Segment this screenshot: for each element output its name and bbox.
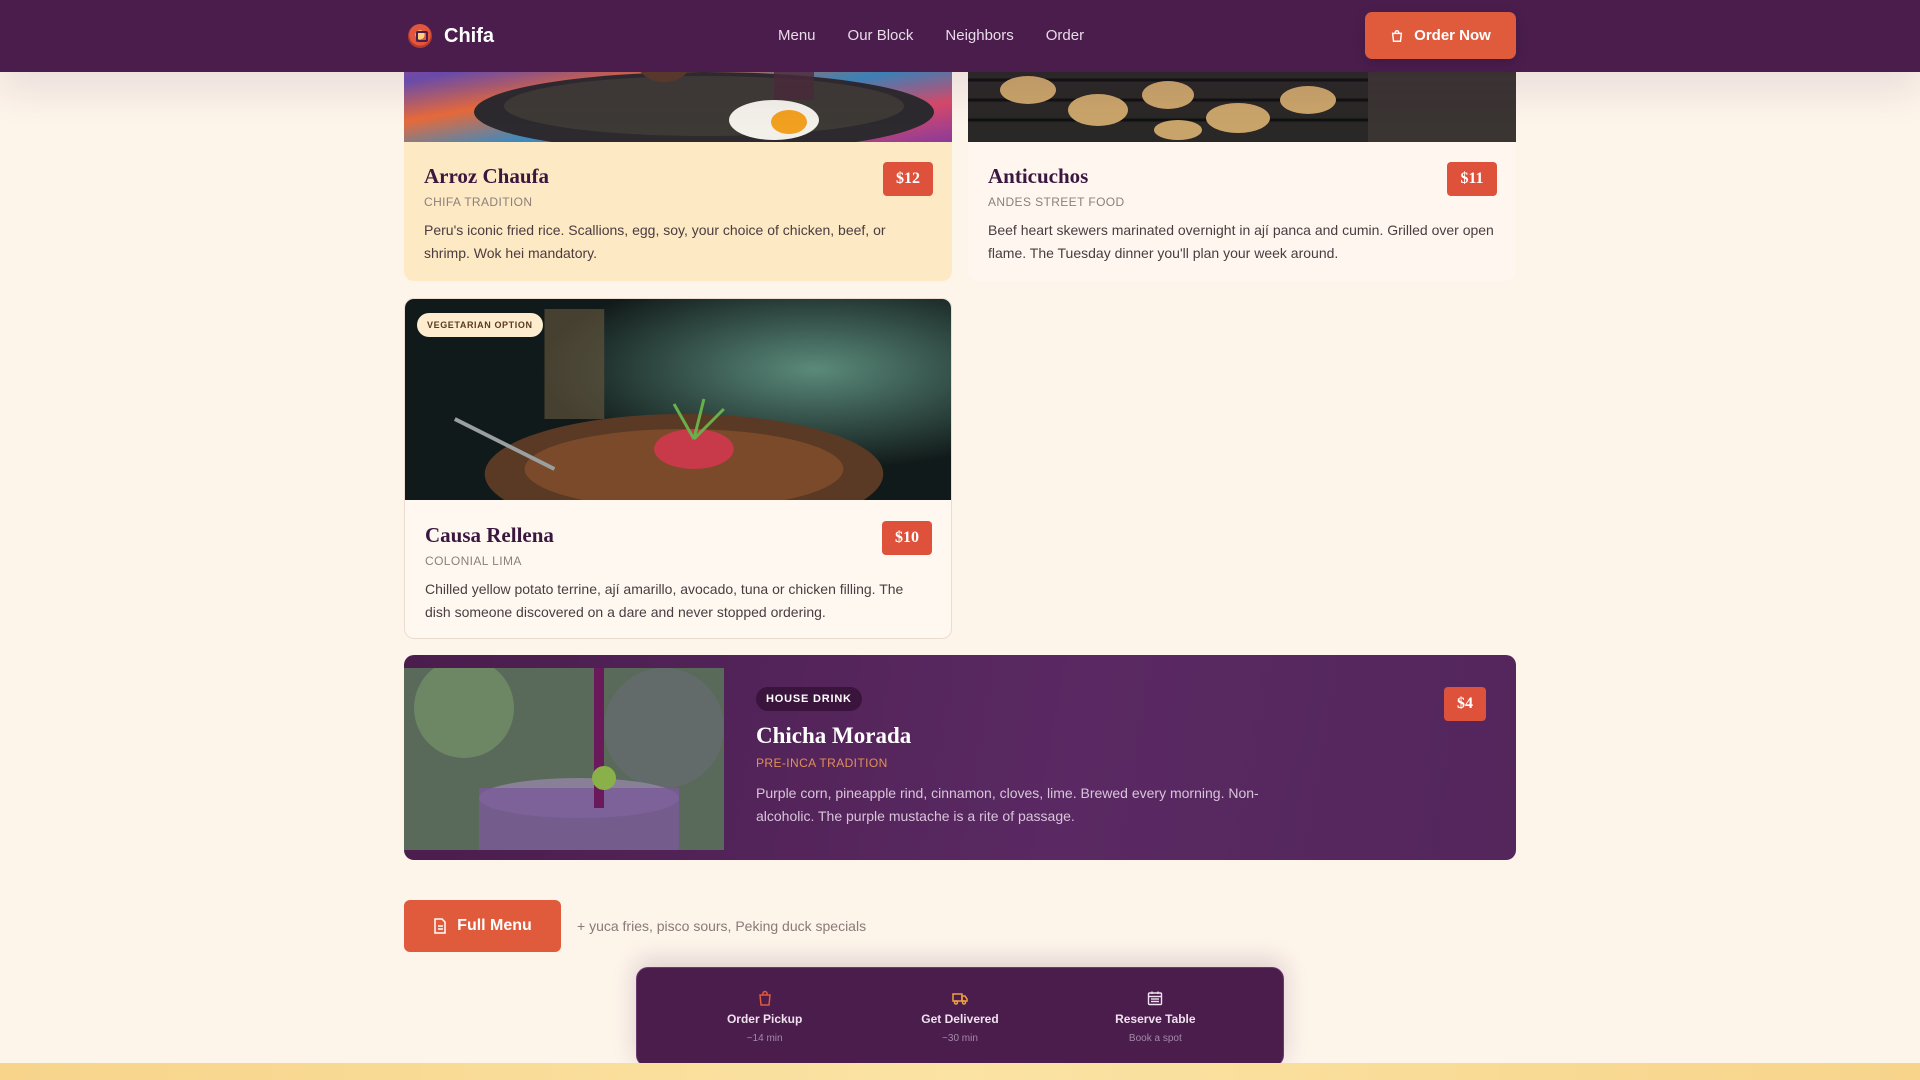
brand-name: Chifa (444, 24, 494, 47)
nav-link-menu[interactable]: Menu (778, 27, 816, 44)
dish-title: Arroz Chaufa (424, 164, 550, 188)
price-tag: $12 (883, 162, 933, 196)
dish-description: Beef heart skewers marinated overnight i… (988, 222, 1494, 261)
full-menu-label: Full Menu (457, 917, 532, 934)
dish-origin: ANDES STREET FOOD (988, 195, 1125, 209)
price-tag: $11 (1447, 162, 1497, 196)
dock-label: Order Pickup (726, 1012, 803, 1026)
calendar-icon (1148, 991, 1163, 1006)
drink-origin: PRE-INCA TRADITION (756, 756, 888, 770)
nav-link-order[interactable]: Order (1046, 27, 1084, 44)
dock-sub: ~14 min (746, 1033, 783, 1044)
dish-origin: CHIFA TRADITION (424, 195, 533, 209)
vegetarian-badge: VEGETARIAN OPTION (417, 313, 543, 337)
dish-description: Peru's iconic fried rice. Scallions, egg… (424, 222, 886, 261)
chicha-morada-photo (404, 668, 724, 850)
dish-card-anticuchos[interactable]: Anticuchos ANDES STREET FOOD Beef heart … (968, 40, 1516, 281)
price-tag: $4 (1444, 687, 1486, 721)
get-delivered-button[interactable]: Get Delivered ~30 min (885, 990, 1035, 1044)
nav-link-our-block[interactable]: Our Block (848, 27, 914, 44)
drink-description: Purple corn, pineapple rind, cinnamon, c… (756, 785, 1259, 824)
house-drink-badge: HOUSE DRINK (756, 687, 862, 711)
reserve-table-button[interactable]: Reserve Table Book a spot (1080, 990, 1230, 1044)
full-menu-note: + yuca fries, pisco sours, Peking duck s… (577, 918, 867, 934)
quick-actions-dock: Order Pickup ~14 min Get Delivered ~30 m… (636, 967, 1284, 1067)
dock-sub: ~30 min (942, 1033, 978, 1044)
dish-title: Anticuchos (988, 164, 1089, 188)
order-pickup-button[interactable]: Order Pickup ~14 min (690, 990, 840, 1044)
dock-label: Get Delivered (921, 1012, 999, 1026)
brand[interactable]: Chifa (408, 24, 494, 48)
drink-title: Chicha Morada (756, 723, 912, 748)
shopping-bag-icon (1391, 29, 1403, 42)
dish-description: Chilled yellow potato terrine, ají amari… (425, 581, 904, 620)
full-menu-button[interactable]: Full Menu (404, 900, 561, 952)
price-tag: $10 (882, 521, 932, 555)
order-now-button[interactable]: Order Now (1365, 12, 1516, 59)
top-navbar: Chifa Menu Our Block Neighbors Order Ord… (0, 0, 1920, 72)
nav-link-neighbors[interactable]: Neighbors (945, 27, 1013, 44)
shopping-bag-icon (758, 990, 771, 1006)
order-now-label: Order Now (1414, 27, 1491, 44)
house-drink-card[interactable]: HOUSE DRINK Chicha Morada PRE-INCA TRADI… (404, 655, 1516, 860)
dish-card-causa-rellena[interactable]: VEGETARIAN OPTION Causa Rellena COLONIAL… (404, 298, 952, 639)
delivery-truck-icon (952, 993, 968, 1005)
footer-strip (0, 1063, 1920, 1080)
nav-links: Menu Our Block Neighbors Order (778, 27, 1084, 44)
dock-label: Reserve Table (1115, 1012, 1196, 1026)
dock-sub: Book a spot (1128, 1033, 1182, 1044)
dish-card-arroz-chaufa[interactable]: Arroz Chaufa CHIFA TRADITION Peru's icon… (404, 40, 952, 281)
chifa-logo-icon (408, 24, 432, 48)
dish-title: Causa Rellena (425, 523, 554, 547)
dish-origin: COLONIAL LIMA (425, 554, 522, 568)
document-icon (434, 918, 446, 934)
